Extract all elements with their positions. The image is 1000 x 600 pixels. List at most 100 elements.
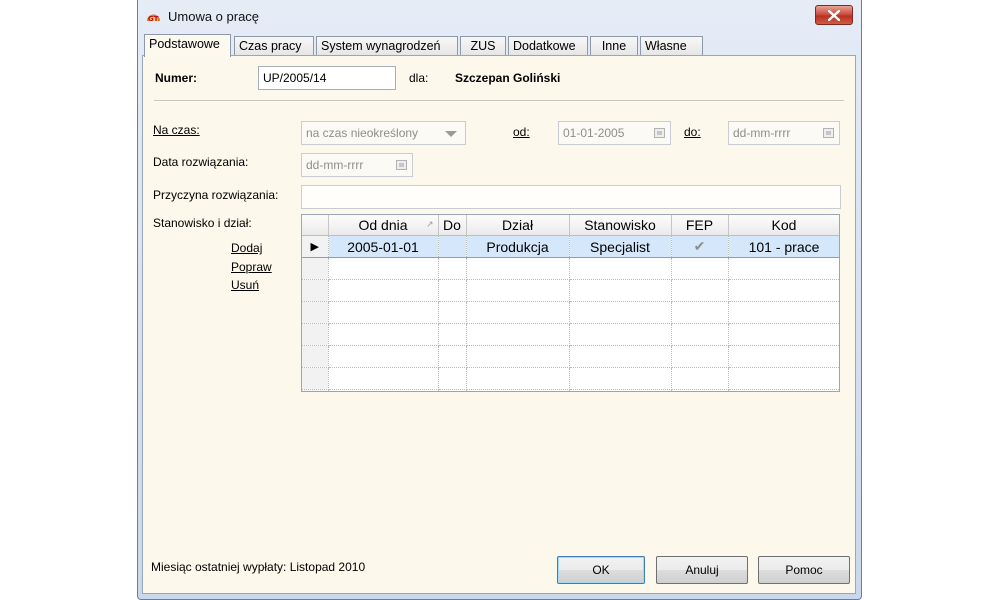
table-row[interactable]	[302, 389, 839, 391]
tab-zus[interactable]: ZUS	[460, 36, 506, 56]
cell-od-dnia[interactable]: 2005-01-01	[328, 235, 439, 258]
calendar-icon[interactable]	[823, 128, 834, 138]
empty-cell[interactable]	[438, 279, 467, 302]
od-label: od:	[513, 125, 530, 139]
empty-cell[interactable]	[671, 257, 729, 280]
empty-cell[interactable]	[728, 279, 839, 302]
empty-cell[interactable]	[438, 389, 467, 391]
empty-cell[interactable]	[328, 301, 439, 324]
data-rozwiazania-field[interactable]: dd-mm-rrrr	[301, 153, 413, 177]
empty-cell[interactable]	[466, 257, 570, 280]
cell-do[interactable]	[438, 235, 467, 258]
numer-field[interactable]: UP/2005/14	[258, 66, 396, 90]
empty-cell[interactable]	[728, 367, 839, 390]
empty-cell[interactable]	[569, 257, 672, 280]
table-row[interactable]	[302, 367, 839, 390]
tab-dodatkowe[interactable]: Dodatkowe	[508, 36, 588, 56]
empty-cell[interactable]	[466, 367, 570, 390]
cell-kod[interactable]: 101 - prace	[728, 235, 839, 258]
table-row[interactable]	[302, 323, 839, 346]
ok-button[interactable]: OK	[557, 556, 645, 584]
column-header-do[interactable]: Do	[438, 215, 467, 236]
tab-inne[interactable]: Inne	[590, 36, 638, 56]
employee-name: Szczepan Goliński	[455, 71, 561, 85]
empty-cell[interactable]	[328, 367, 439, 390]
empty-cell[interactable]	[569, 367, 672, 390]
window-title: Umowa o pracę	[168, 9, 260, 24]
tab-system-wynagrodzen[interactable]: System wynagrodzeń	[316, 36, 458, 56]
dla-label: dla:	[409, 71, 429, 85]
empty-cell[interactable]	[438, 323, 467, 346]
empty-cell[interactable]	[438, 367, 467, 390]
empty-cell[interactable]	[671, 279, 729, 302]
cancel-button[interactable]: Anuluj	[656, 556, 748, 584]
title-bar[interactable]: GT Umowa o pracę	[138, 0, 861, 34]
empty-cell[interactable]	[466, 279, 570, 302]
add-link[interactable]: Dodaj	[231, 241, 262, 255]
empty-cell[interactable]	[728, 257, 839, 280]
empty-cell[interactable]	[438, 345, 467, 368]
last-payroll-status: Miesiąc ostatniej wypłaty: Listopad 2010	[151, 560, 366, 574]
calendar-icon[interactable]	[396, 160, 407, 170]
empty-cell[interactable]	[728, 301, 839, 324]
empty-cell[interactable]	[569, 345, 672, 368]
empty-cell[interactable]	[671, 345, 729, 368]
edit-link[interactable]: Popraw	[231, 260, 272, 274]
tab-wlasne[interactable]: Własne	[640, 36, 703, 56]
empty-cell[interactable]	[466, 389, 570, 391]
numer-label: Numer:	[155, 71, 198, 85]
column-header-kod[interactable]: Kod	[728, 215, 839, 236]
tab-podstawowe[interactable]: Podstawowe	[144, 34, 231, 57]
positions-grid[interactable]: Od dnia ↗ Do Dział Stanowisko FEP Kod ▶ …	[301, 214, 840, 392]
empty-cell[interactable]	[569, 301, 672, 324]
cell-dzial[interactable]: Produkcja	[466, 235, 570, 258]
empty-cell[interactable]	[728, 345, 839, 368]
empty-cell[interactable]	[569, 389, 672, 391]
empty-cell[interactable]	[728, 323, 839, 346]
empty-cell[interactable]	[466, 323, 570, 346]
empty-cell[interactable]	[328, 345, 439, 368]
close-button[interactable]	[815, 5, 853, 25]
cell-stanowisko[interactable]: Specjalist	[569, 235, 672, 258]
empty-cell[interactable]	[466, 345, 570, 368]
do-date-field[interactable]: dd-mm-rrrr	[728, 121, 840, 145]
delete-link[interactable]: Usuń	[231, 278, 259, 292]
table-row[interactable]	[302, 301, 839, 324]
do-date-placeholder: dd-mm-rrrr	[733, 126, 791, 140]
empty-cell[interactable]	[569, 279, 672, 302]
tab-panel-podstawowe: Numer: UP/2005/14 dla: Szczepan Goliński…	[142, 55, 856, 594]
od-date-field[interactable]: 01-01-2005	[558, 121, 671, 145]
row-indicator	[302, 257, 329, 280]
calendar-icon[interactable]	[654, 128, 665, 138]
empty-cell[interactable]	[728, 389, 839, 391]
empty-cell[interactable]	[466, 301, 570, 324]
przyczyna-field[interactable]	[301, 185, 841, 209]
empty-cell[interactable]	[328, 257, 439, 280]
empty-cell[interactable]	[438, 257, 467, 280]
data-rozwiazania-label: Data rozwiązania:	[153, 155, 249, 169]
empty-cell[interactable]	[438, 301, 467, 324]
column-header-dzial[interactable]: Dział	[466, 215, 570, 236]
empty-cell[interactable]	[569, 323, 672, 346]
table-row[interactable]	[302, 257, 839, 280]
empty-cell[interactable]	[328, 389, 439, 391]
empty-cell[interactable]	[328, 279, 439, 302]
table-row[interactable]	[302, 279, 839, 302]
empty-cell[interactable]	[671, 301, 729, 324]
column-header-stanowisko[interactable]: Stanowisko	[569, 215, 672, 236]
separator	[154, 100, 844, 102]
help-button[interactable]: Pomoc	[758, 556, 850, 584]
column-header-fep[interactable]: FEP	[671, 215, 729, 236]
na-czas-select[interactable]: na czas nieokreślony	[301, 121, 466, 145]
table-row[interactable]	[302, 345, 839, 368]
tab-czas-pracy[interactable]: Czas pracy	[234, 36, 314, 56]
empty-cell[interactable]	[671, 389, 729, 391]
table-row[interactable]: ▶ 2005-01-01 Produkcja Specjalist ✔ 101 …	[302, 235, 839, 258]
dialog-window: GT Umowa o pracę Podstawowe Czas pracy S…	[137, 0, 862, 600]
column-header-od-dnia[interactable]: Od dnia ↗	[328, 215, 439, 236]
empty-cell[interactable]	[671, 367, 729, 390]
empty-cell[interactable]	[328, 323, 439, 346]
fep-check-icon[interactable]: ✔	[671, 235, 729, 258]
close-icon	[828, 9, 840, 21]
empty-cell[interactable]	[671, 323, 729, 346]
